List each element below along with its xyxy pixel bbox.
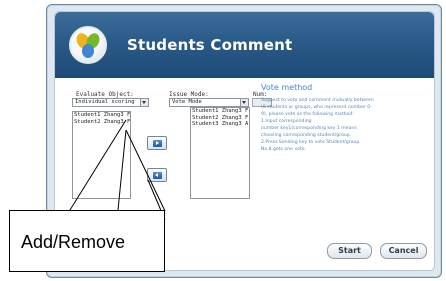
callout-label: Add/Remove — [21, 232, 126, 252]
add-remove-callout: Add/Remove — [9, 210, 165, 272]
